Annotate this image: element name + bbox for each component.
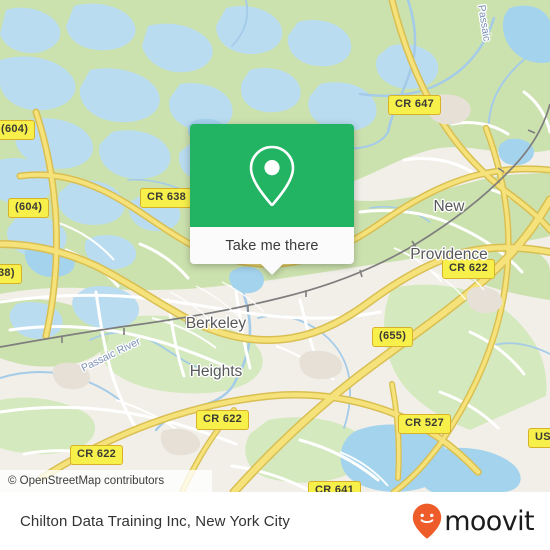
moovit-logo[interactable]: moovit	[412, 503, 535, 539]
road-shield-us-clipped[interactable]: US	[528, 428, 550, 448]
footer-bar: Chilton Data Training Inc, New York City…	[0, 492, 550, 550]
popup-header	[190, 124, 354, 227]
road-shield-cr-622-east[interactable]: CR 622	[442, 259, 496, 279]
road-shield-cr-622-west[interactable]: CR 622	[70, 445, 124, 465]
place-marker-popup[interactable]: Take me there	[190, 124, 354, 275]
road-shield-cr-647[interactable]: CR 647	[388, 95, 442, 115]
map-attribution-bar: © OpenStreetMap contributors	[0, 470, 212, 492]
popup-action[interactable]: Take me there	[190, 227, 354, 275]
moovit-smiley-pin-icon	[412, 503, 442, 539]
road-shield-638-clipped[interactable]: 38)	[0, 264, 22, 284]
map-pin-icon	[249, 145, 295, 206]
road-shield-655[interactable]: (655)	[372, 327, 414, 347]
road-shield-604-lower[interactable]: (604)	[8, 198, 50, 218]
place-title: Chilton Data Training Inc, New York City	[20, 512, 290, 530]
road-shield-cr-622-center[interactable]: CR 622	[196, 410, 250, 430]
osm-attribution-text[interactable]: © OpenStreetMap contributors	[8, 475, 164, 487]
road-shield-cr-638[interactable]: CR 638	[140, 188, 194, 208]
road-shield-604-upper[interactable]: (604)	[0, 120, 36, 140]
popup-pointer-tail	[260, 263, 284, 275]
take-me-there-label: Take me there	[225, 237, 319, 254]
map-canvas[interactable]: CR 647 CR 638 (604) (604) 38) CR 622 (65…	[0, 0, 550, 492]
moovit-place-map-card: CR 647 CR 638 (604) (604) 38) CR 622 (65…	[0, 0, 550, 550]
moovit-wordmark: moovit	[444, 505, 534, 537]
road-shield-cr-527[interactable]: CR 527	[398, 414, 452, 434]
road-shield-cr-641-clipped[interactable]: CR 641	[308, 481, 362, 492]
